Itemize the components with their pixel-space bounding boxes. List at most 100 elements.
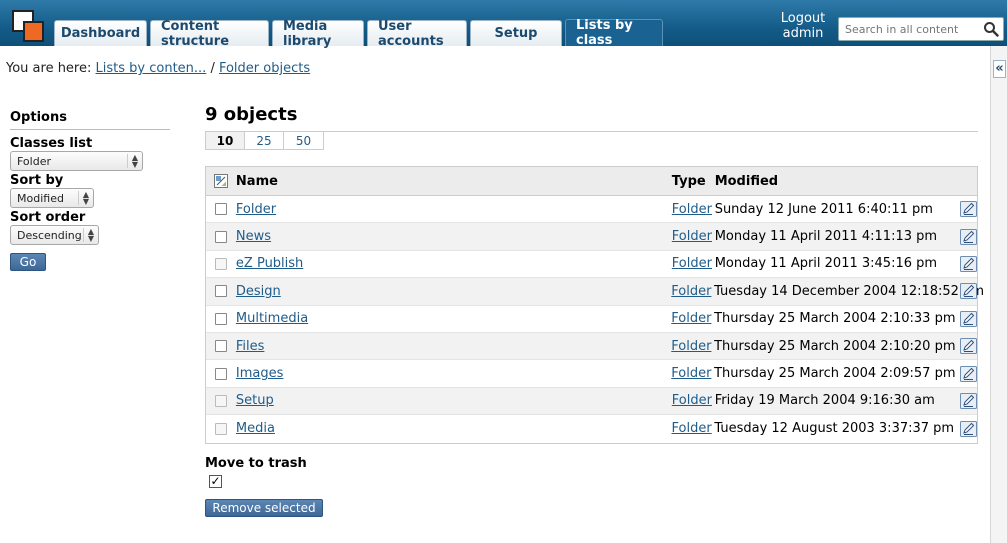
object-type-link[interactable]: Folder bbox=[672, 229, 712, 244]
table-row: Images Folder Thursday 25 March 2004 2:09:… bbox=[206, 360, 977, 388]
table-row: Multimedia Folder Thursday 25 March 2004 2… bbox=[206, 306, 977, 333]
tab-lists-by-class[interactable]: Lists by class bbox=[565, 18, 663, 48]
classes-list-select[interactable]: Folder ▲ ▼ bbox=[10, 151, 143, 171]
table-row: News Folder Monday 11 April 2011 4:11:13 p… bbox=[206, 223, 977, 251]
ez-logo[interactable] bbox=[12, 10, 44, 42]
tab-content-structure[interactable]: Content structure bbox=[150, 19, 269, 49]
object-name-link[interactable]: Setup bbox=[236, 393, 274, 408]
select-arrows-icon: ▲ ▼ bbox=[77, 191, 89, 206]
object-type-link[interactable]: Folder bbox=[672, 202, 712, 217]
modified-date: Tuesday 14 December 2004 12:18:52 pm bbox=[714, 283, 984, 299]
object-name-link[interactable]: Media bbox=[236, 421, 275, 436]
options-title: Options bbox=[10, 110, 170, 130]
modified-date: Thursday 25 March 2004 2:09:57 pm bbox=[714, 366, 956, 382]
object-name-link[interactable]: Files bbox=[236, 339, 265, 354]
move-to-trash-checkbox[interactable]: ✓ bbox=[209, 475, 222, 488]
modified-date: Thursday 25 March 2004 2:10:20 pm bbox=[714, 338, 956, 354]
search-input[interactable] bbox=[839, 18, 979, 40]
edit-icon[interactable] bbox=[960, 228, 977, 245]
edit-icon[interactable] bbox=[960, 255, 977, 272]
object-name-link[interactable]: Multimedia bbox=[236, 311, 308, 326]
search-icon[interactable] bbox=[983, 21, 999, 37]
page-size-10[interactable]: 10 bbox=[206, 132, 245, 149]
row-checkbox[interactable] bbox=[214, 340, 227, 353]
go-button[interactable]: Go bbox=[10, 253, 46, 271]
sort-order-select[interactable]: Descending ▲ ▼ bbox=[10, 225, 99, 245]
table-row: Media Folder Tuesday 12 August 2003 3:37:3… bbox=[206, 415, 977, 442]
page-size-25[interactable]: 25 bbox=[245, 132, 284, 149]
object-type-link[interactable]: Folder bbox=[671, 284, 711, 299]
edit-icon[interactable] bbox=[960, 420, 977, 437]
logout-link[interactable]: Logout admin bbox=[772, 11, 834, 41]
toggle-selection-icon[interactable] bbox=[213, 174, 228, 188]
row-checkbox[interactable] bbox=[214, 312, 227, 325]
column-modified-header: Modified bbox=[714, 173, 779, 189]
sort-by-value: Modified bbox=[17, 191, 64, 205]
row-checkbox[interactable] bbox=[214, 285, 227, 298]
logo-front-square bbox=[23, 21, 44, 42]
tab-setup[interactable]: Setup bbox=[470, 20, 562, 46]
object-name-link[interactable]: News bbox=[236, 229, 271, 244]
modified-date: Monday 11 April 2011 3:45:16 pm bbox=[714, 256, 938, 272]
object-name-link[interactable]: Images bbox=[236, 366, 284, 381]
table-row: Setup Folder Friday 19 March 2004 9:16:30 … bbox=[206, 387, 977, 416]
object-type-link[interactable]: Folder bbox=[672, 256, 712, 271]
select-arrows-icon: ▲ ▼ bbox=[126, 154, 138, 169]
column-name-header: Name bbox=[235, 173, 278, 189]
modified-date: Tuesday 12 August 2003 3:37:37 pm bbox=[714, 421, 955, 437]
page-size-selector: 10 25 50 bbox=[205, 132, 324, 150]
logout-username: admin bbox=[782, 26, 824, 41]
move-to-trash-label: Move to trash bbox=[205, 456, 307, 471]
object-type-link[interactable]: Folder bbox=[671, 366, 711, 381]
table-row: Design Folder Tuesday 14 December 2004 12:… bbox=[206, 278, 984, 306]
breadcrumb-folder-objects[interactable]: Folder objects bbox=[219, 61, 310, 76]
edit-icon[interactable] bbox=[960, 283, 977, 300]
edit-icon[interactable] bbox=[960, 310, 977, 327]
page-size-50[interactable]: 50 bbox=[284, 132, 323, 149]
modified-date: Sunday 12 June 2011 6:40:11 pm bbox=[714, 201, 933, 217]
edit-icon[interactable] bbox=[960, 365, 977, 382]
object-type-link[interactable]: Folder bbox=[672, 421, 712, 436]
row-checkbox[interactable] bbox=[214, 230, 227, 243]
right-panel-strip bbox=[990, 46, 1007, 543]
top-bar: Dashboard Content structure Media librar… bbox=[0, 0, 1007, 49]
breadcrumb-prefix: You are here: bbox=[6, 61, 92, 76]
edit-icon[interactable] bbox=[960, 392, 977, 409]
object-name-link[interactable]: Folder bbox=[236, 202, 276, 217]
row-checkbox[interactable] bbox=[214, 203, 227, 216]
remove-selected-button[interactable]: Remove selected bbox=[205, 499, 323, 517]
table-row: eZ Publish Folder Monday 11 April 2011 3:4… bbox=[206, 251, 977, 279]
row-checkbox bbox=[214, 422, 227, 435]
modified-date: Thursday 25 March 2004 2:10:33 pm bbox=[714, 311, 956, 327]
row-checkbox[interactable] bbox=[214, 367, 227, 380]
objects-table: Name Type Modified Folder Folder Sunday 12… bbox=[205, 166, 984, 444]
modified-date: Monday 11 April 2011 4:11:13 pm bbox=[714, 229, 938, 245]
sort-by-label: Sort by bbox=[10, 173, 64, 188]
page-title: 9 objects bbox=[205, 104, 298, 125]
object-type-link[interactable]: Folder bbox=[672, 393, 712, 408]
collapse-right-panel-icon[interactable]: « bbox=[993, 60, 1006, 78]
edit-icon[interactable] bbox=[960, 201, 977, 218]
sort-by-select[interactable]: Modified ▲ ▼ bbox=[10, 188, 94, 208]
edit-icon[interactable] bbox=[960, 338, 977, 355]
sort-order-value: Descending bbox=[17, 228, 82, 242]
tab-dashboard[interactable]: Dashboard bbox=[54, 20, 147, 46]
tab-media-library[interactable]: Media library bbox=[272, 19, 364, 49]
object-name-link[interactable]: eZ Publish bbox=[236, 256, 303, 271]
search-box bbox=[838, 17, 1004, 41]
object-type-link[interactable]: Folder bbox=[671, 311, 711, 326]
object-type-link[interactable]: Folder bbox=[671, 339, 711, 354]
logout-label: Logout bbox=[780, 11, 826, 26]
breadcrumb-separator: / bbox=[210, 61, 215, 76]
object-name-link[interactable]: Design bbox=[236, 284, 281, 299]
breadcrumb-lists-by-content[interactable]: Lists by conten... bbox=[96, 61, 207, 76]
table-row: Files Folder Thursday 25 March 2004 2:10:2… bbox=[206, 332, 977, 361]
main-tabs: Dashboard Content structure Media librar… bbox=[54, 18, 663, 49]
tab-user-accounts[interactable]: User accounts bbox=[367, 19, 467, 49]
classes-list-value: Folder bbox=[17, 154, 51, 168]
modified-date: Friday 19 March 2004 9:16:30 am bbox=[714, 393, 935, 409]
row-checkbox bbox=[214, 257, 227, 270]
options-panel: Options Classes list Folder ▲ ▼ Sort by M… bbox=[10, 110, 170, 271]
classes-list-label: Classes list bbox=[10, 136, 93, 151]
breadcrumb: You are here: Lists by conten... / Folde… bbox=[6, 61, 310, 76]
